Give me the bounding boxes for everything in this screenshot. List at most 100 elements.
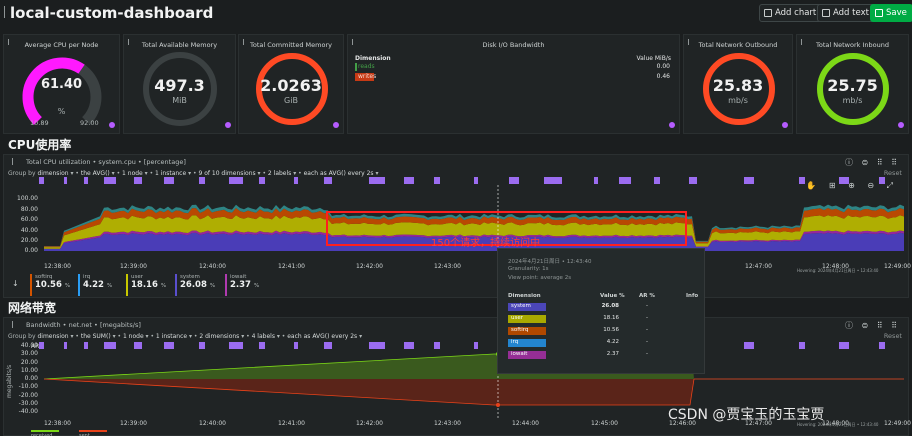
legend-collapse-icon[interactable]: ↓: [12, 279, 19, 288]
annotation-marker: [259, 177, 265, 184]
y-tick: 20.00: [20, 358, 38, 366]
card-available-memory: Total Available Memory 497.3 MiB: [123, 34, 236, 134]
x-tick: 12:42:00: [356, 420, 383, 427]
save-icon: [875, 9, 883, 17]
tooltip-row: irq 4.22 -: [508, 338, 698, 348]
annotation-marker: [164, 177, 174, 184]
annotation-marker: [434, 342, 440, 349]
legend-softirq[interactable]: softirq 10.56 %: [30, 274, 70, 296]
y-tick: 100.00: [17, 195, 38, 202]
annotation-marker: [404, 342, 414, 349]
tooltip-ar: -: [646, 327, 648, 333]
ring-value: 25.83: [712, 76, 764, 95]
disk-row-reads-value: 0.00: [656, 63, 670, 70]
annotation-marker: [104, 177, 116, 184]
y-tick: 20.00: [20, 237, 38, 244]
tooltip-ar-header: AR %: [639, 293, 655, 299]
tooltip-row: iowait 2.37 -: [508, 350, 698, 360]
annotation-marker: [84, 342, 88, 349]
annotation-marker: [879, 342, 885, 349]
gauge-unit: %: [57, 107, 66, 116]
hover-note: Hovering: 2024年4月21日周日 • 12:43:40: [797, 268, 879, 273]
annotation-marker: [509, 177, 519, 184]
annotation-marker: [64, 342, 67, 349]
card-menu-icon[interactable]: [109, 122, 115, 128]
annotation-marker: [39, 177, 44, 184]
card-title: Disk I/O Bandwidth: [482, 41, 545, 49]
legend-system[interactable]: system 26.08 %: [175, 274, 215, 296]
card-menu-icon[interactable]: [333, 122, 339, 128]
card-menu-icon[interactable]: [898, 122, 904, 128]
card-menu-icon[interactable]: [782, 122, 788, 128]
annotation-marker: [369, 342, 385, 349]
y-tick: 80.00: [20, 205, 38, 213]
annotation-marker: [294, 342, 298, 349]
y-tick: -30.00: [18, 400, 38, 407]
disk-row-writes-value: 0.46: [656, 73, 670, 80]
save-label: Save: [886, 8, 907, 18]
tooltip-ar: -: [646, 351, 648, 357]
y-tick: 10.00: [20, 367, 38, 374]
annotation-marker: [104, 342, 116, 349]
add-chart-icon: [764, 9, 772, 17]
card-network-inbound: Total Network Inbound 25.75 mb/s: [796, 34, 909, 134]
annotation-marker: [799, 177, 805, 184]
tooltip-value: 10.56: [603, 327, 619, 333]
legend-irq[interactable]: irq 4.22 %: [78, 274, 112, 296]
chart-tools-icons[interactable]: ✋ ⊞ ⊕ ⊖ ⤢: [806, 181, 898, 191]
save-button[interactable]: Save: [870, 4, 912, 22]
y-tick: -40.00: [18, 408, 38, 415]
legend-value: 18.16: [131, 280, 158, 290]
y-tick: 40.00: [20, 342, 38, 349]
legend-iowait[interactable]: iowait 2.37 %: [225, 274, 259, 296]
x-tick: 12:40:00: [199, 263, 226, 270]
annotation-marker: [84, 177, 88, 184]
ring-value: 497.3: [154, 76, 205, 95]
x-tick: 12:38:00: [44, 263, 71, 270]
ring-unit: MiB: [172, 96, 187, 105]
legend-value: 2.37: [230, 280, 251, 290]
legend-sent[interactable]: sent: [79, 430, 107, 436]
x-tick: 12:45:00: [591, 420, 618, 427]
tooltip-dimension: softirq: [511, 327, 529, 333]
tooltip-value-header: Value %: [600, 293, 625, 299]
tooltip-value: 18.16: [603, 315, 619, 321]
ring-unit: GiB: [284, 96, 298, 105]
x-tick: 12:47:00: [745, 263, 772, 270]
annotation-marker: [689, 177, 697, 184]
card-committed-memory: Total Committed Memory 2.0263 GiB: [238, 34, 344, 134]
card-menu-icon[interactable]: [225, 122, 231, 128]
pin-icon[interactable]: [4, 6, 7, 18]
annotation-marker: [474, 177, 478, 184]
tooltip-value: 4.22: [606, 339, 619, 345]
annotation-marker: [324, 342, 332, 349]
tooltip-dimension: irq: [511, 339, 519, 345]
x-tick: 12:40:00: [199, 420, 226, 427]
annotation-strip: [39, 342, 885, 349]
legend-received[interactable]: received: [31, 430, 59, 436]
annotation-marker: [839, 342, 849, 349]
add-chart-button[interactable]: Add chart: [759, 4, 823, 22]
add-text-label: Add text: [833, 8, 869, 18]
legend-value: 10.56: [35, 280, 62, 290]
legend-unit: %: [160, 283, 167, 289]
legend-user[interactable]: user 18.16 %: [126, 274, 166, 296]
x-tick: 12:41:00: [278, 263, 305, 270]
tooltip-ar: -: [646, 303, 648, 309]
tooltip-view-point: View point: average 2s: [508, 275, 572, 281]
tooltip-value: 2.37: [606, 351, 619, 357]
legend-unit: %: [106, 283, 113, 289]
annotation-marker: [744, 177, 754, 184]
annotation-strip: [39, 177, 885, 184]
card-menu-icon[interactable]: [669, 122, 675, 128]
section-title-cpu: CPU使用率: [8, 138, 72, 152]
annotation-marker: [619, 177, 631, 184]
top-bar: local-custom-dashboard Add chart Add tex…: [0, 0, 912, 30]
tooltip-dimension: system: [511, 303, 531, 309]
tooltip-row: user 18.16 -: [508, 314, 698, 324]
annotation-marker: [324, 177, 332, 184]
add-text-button[interactable]: Add text: [817, 4, 875, 22]
annotation-text: 150个请求，持续访问中: [431, 238, 541, 249]
annotation-marker: [64, 177, 67, 184]
annotation-marker: [544, 177, 562, 184]
